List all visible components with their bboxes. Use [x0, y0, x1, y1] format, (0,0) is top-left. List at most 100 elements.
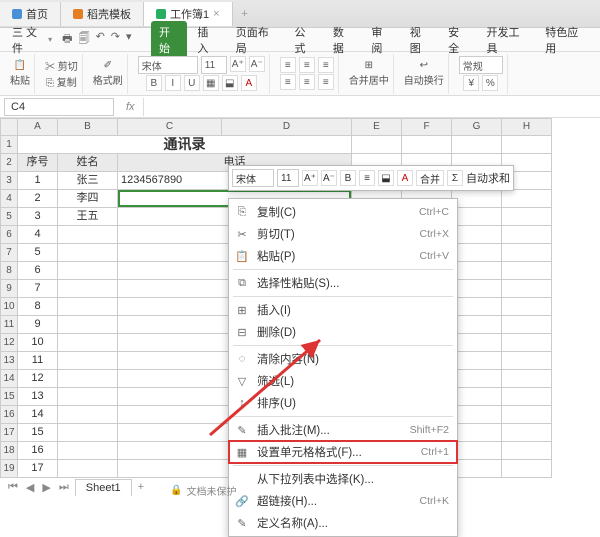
cell[interactable]: 5 [18, 244, 58, 262]
cell[interactable] [502, 334, 552, 352]
cell[interactable] [58, 388, 118, 406]
context-menu-item[interactable]: ▽筛选(L) [229, 370, 457, 392]
mini-dec-font[interactable]: A⁻ [321, 170, 337, 186]
mini-align[interactable]: ≡ [359, 170, 375, 186]
percent-icon[interactable]: % [482, 75, 498, 91]
cell[interactable] [452, 190, 502, 208]
cell[interactable]: 9 [18, 316, 58, 334]
row-header[interactable]: 15 [0, 388, 18, 406]
cell[interactable] [502, 316, 552, 334]
border-button[interactable]: ▦ [203, 75, 219, 91]
cell[interactable] [452, 262, 502, 280]
mini-fontcolor[interactable]: A [397, 170, 413, 186]
cell[interactable] [58, 298, 118, 316]
cell[interactable] [502, 442, 552, 460]
mini-size[interactable]: 11 [277, 169, 299, 187]
align-top-icon[interactable]: ≡ [280, 57, 296, 73]
redo-icon[interactable]: ↷ [111, 30, 120, 49]
mini-autosum[interactable]: 自动求和 [466, 170, 510, 186]
context-menu-item[interactable]: ✎定义名称(A)... [229, 512, 457, 534]
cell[interactable]: 3 [18, 208, 58, 226]
row-header[interactable]: 4 [0, 190, 18, 208]
column-header[interactable]: G [452, 118, 502, 136]
align-left-icon[interactable]: ≡ [280, 74, 296, 90]
wrap-group[interactable]: ↩自动换行 [400, 54, 449, 94]
cell[interactable] [502, 136, 552, 154]
context-menu-item[interactable]: ▦设置单元格格式(F)...Ctrl+1 [229, 441, 457, 463]
font-select[interactable]: 宋体 [138, 56, 198, 74]
app-tab-templates[interactable]: 稻壳模板 [61, 2, 144, 26]
context-menu-item[interactable]: ⊞插入(I) [229, 299, 457, 321]
mini-fill[interactable]: ⬓ [378, 170, 394, 186]
cell[interactable] [502, 388, 552, 406]
context-menu-item[interactable]: 📋粘贴(P)Ctrl+V [229, 245, 457, 267]
mini-bold[interactable]: B [340, 170, 356, 186]
font-size-select[interactable]: 11 [201, 56, 227, 74]
cell[interactable] [452, 136, 502, 154]
cell[interactable] [452, 316, 502, 334]
row-header[interactable]: 8 [0, 262, 18, 280]
mini-inc-font[interactable]: A⁺ [302, 170, 318, 186]
context-menu-item[interactable]: ⧉选择性粘贴(S)... [229, 272, 457, 294]
fill-color-button[interactable]: ⬓ [222, 75, 238, 91]
cut-button[interactable]: ✂ 剪切 [45, 58, 78, 73]
close-icon[interactable]: × [213, 8, 219, 20]
cell[interactable]: 10 [18, 334, 58, 352]
cell[interactable] [452, 388, 502, 406]
column-header[interactable]: B [58, 118, 118, 136]
copy-button[interactable]: ⎘ 复制 [46, 74, 77, 89]
cell[interactable] [58, 280, 118, 298]
context-menu-item[interactable]: 🔗超链接(H)...Ctrl+K [229, 490, 457, 512]
name-box[interactable]: C4 [4, 98, 114, 116]
row-header[interactable]: 3 [0, 172, 18, 190]
number-format-select[interactable]: 常规 [459, 56, 503, 74]
cell[interactable] [452, 370, 502, 388]
cell[interactable] [502, 244, 552, 262]
new-tab-button[interactable]: + [233, 8, 257, 20]
cell[interactable] [58, 406, 118, 424]
row-header[interactable]: 13 [0, 352, 18, 370]
cell[interactable] [502, 370, 552, 388]
cell[interactable]: 15 [18, 424, 58, 442]
cell[interactable]: 7 [18, 280, 58, 298]
file-menu[interactable]: 三 文件▾ [6, 22, 58, 58]
sheet-nav-prev[interactable]: ◀ [24, 481, 36, 494]
merge-group[interactable]: ⊞合并居中 [345, 54, 394, 94]
cell[interactable] [502, 226, 552, 244]
copy-icon[interactable]: 🗐 [79, 30, 90, 49]
add-sheet-button[interactable]: + [136, 481, 146, 493]
decrease-font-icon[interactable]: A⁻ [249, 56, 265, 72]
context-menu-item[interactable]: ✂剪切(T)Ctrl+X [229, 223, 457, 245]
cell[interactable] [452, 352, 502, 370]
cell[interactable] [58, 244, 118, 262]
sheet-nav-first[interactable]: ⏮ [6, 481, 20, 494]
sheet-nav-next[interactable]: ▶ [40, 481, 52, 494]
cell[interactable] [452, 280, 502, 298]
cell[interactable] [502, 208, 552, 226]
ribbon-tab-9[interactable]: 特色应用 [537, 21, 594, 59]
cell[interactable] [452, 442, 502, 460]
cell[interactable] [452, 460, 502, 478]
cell[interactable] [58, 352, 118, 370]
cell[interactable]: 李四 [58, 190, 118, 208]
mini-font[interactable]: 宋体 [232, 169, 274, 187]
cell[interactable] [502, 352, 552, 370]
context-menu-item[interactable]: ⊟删除(D) [229, 321, 457, 343]
cell[interactable]: 13 [18, 388, 58, 406]
print-icon[interactable]: 🖶 [62, 30, 72, 49]
cell[interactable] [502, 424, 552, 442]
context-menu-item[interactable]: ↕排序(U) [229, 392, 457, 414]
align-mid-icon[interactable]: ≡ [299, 57, 315, 73]
fx-icon[interactable]: fx [118, 101, 143, 113]
cell[interactable] [452, 244, 502, 262]
column-header[interactable]: C [118, 118, 222, 136]
cell[interactable]: 2 [18, 190, 58, 208]
cell[interactable] [58, 334, 118, 352]
cell[interactable] [502, 262, 552, 280]
row-header[interactable]: 10 [0, 298, 18, 316]
cell[interactable]: 8 [18, 298, 58, 316]
align-bot-icon[interactable]: ≡ [318, 57, 334, 73]
column-header[interactable]: H [502, 118, 552, 136]
chevron-down-icon[interactable]: ▾ [126, 30, 132, 49]
sigma-icon[interactable]: Σ [447, 170, 463, 186]
